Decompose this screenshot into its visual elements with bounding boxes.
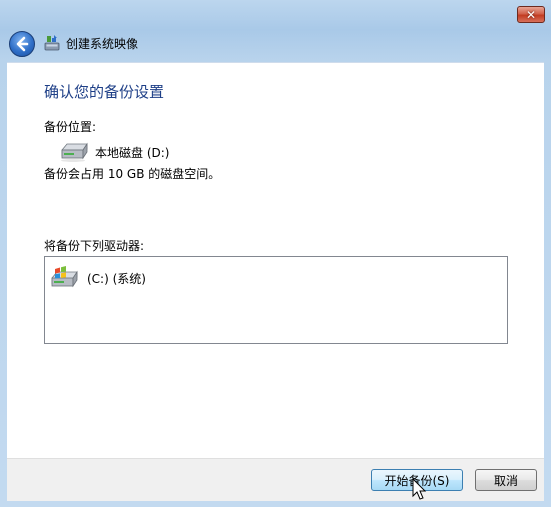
hard-drive-icon [61,142,88,162]
content-panel: 确认您的备份设置 备份位置: 本地磁盘 (D:) 备份会占用 10 GB 的磁盘… [7,62,544,459]
drives-listbox[interactable]: (C:) (系统) [44,256,508,344]
backup-drive-name: 本地磁盘 (D:) [95,145,170,160]
drive-label: (C:) (系统) [87,271,146,286]
footer: 开始备份(S) 取消 [7,458,544,501]
cancel-button[interactable]: 取消 [475,469,537,491]
window-frame: ✕ 创建系统映像 确认您的备份设置 备份位置: 本地磁盘 (D:) 备份会占用 … [0,0,551,507]
back-arrow-icon [16,36,29,52]
window-title: 创建系统映像 [66,37,139,51]
backup-usage-text: 备份会占用 10 GB 的磁盘空间。 [44,167,221,181]
close-button[interactable]: ✕ [517,6,545,23]
backup-location-label: 备份位置: [44,120,97,134]
back-button[interactable] [9,31,35,57]
close-icon: ✕ [525,7,537,22]
backup-drive: 本地磁盘 (D:) [59,141,169,163]
system-drive-icon [51,266,78,288]
mouse-cursor-icon [412,478,427,500]
list-item[interactable]: (C:) (系统) [49,265,146,291]
drives-label: 将备份下列驱动器: [44,239,145,253]
backup-app-icon [44,35,60,51]
page-heading: 确认您的备份设置 [44,83,165,101]
